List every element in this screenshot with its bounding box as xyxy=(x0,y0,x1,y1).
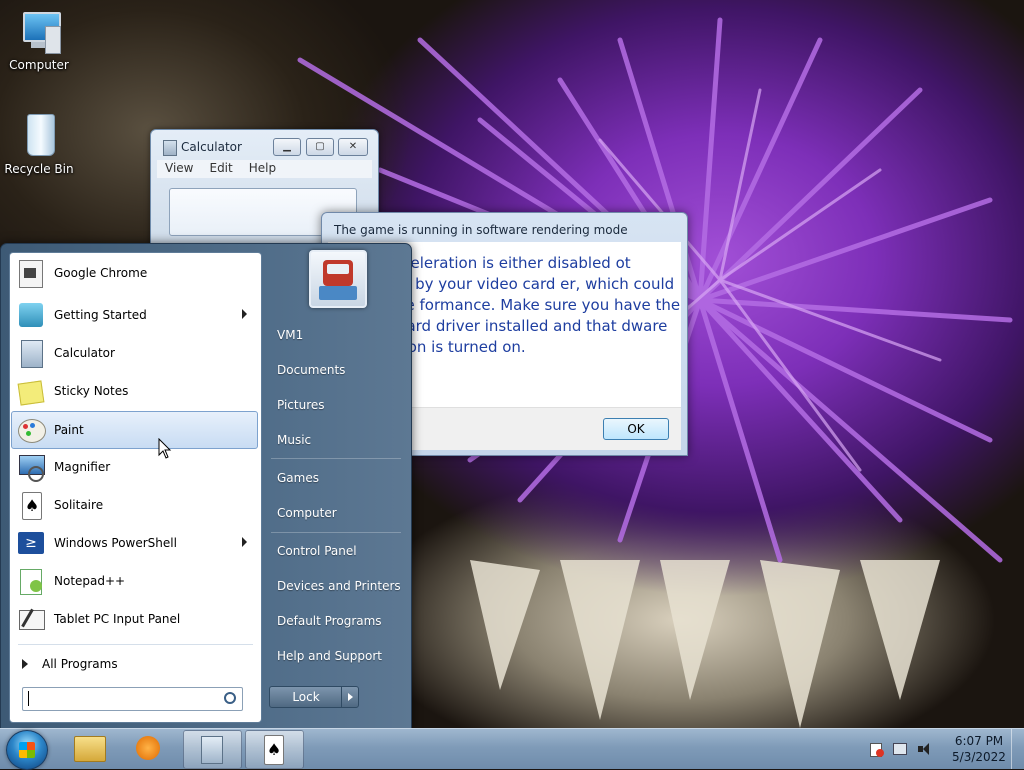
calculator-title-icon xyxy=(163,140,177,156)
calculator-menu-bar: View Edit Help xyxy=(157,160,372,178)
mouse-cursor-icon xyxy=(158,438,172,459)
program-sticky-notes[interactable]: Sticky Notes xyxy=(12,373,257,409)
start-search-input[interactable] xyxy=(22,687,243,711)
desktop-icon-label: Computer xyxy=(9,58,69,72)
taskbar-media-player-button[interactable] xyxy=(121,730,178,767)
program-magnifier[interactable]: Magnifier xyxy=(12,449,257,485)
right-item-control-panel[interactable]: Control Panel xyxy=(277,544,357,558)
maximize-button[interactable]: ▢ xyxy=(306,138,334,156)
recycle-bin-icon xyxy=(15,112,63,160)
desktop-icon-recycle-bin[interactable]: Recycle Bin xyxy=(0,112,78,176)
search-icon xyxy=(224,692,236,704)
notepad-plus-plus-icon xyxy=(16,566,46,596)
ok-button[interactable]: OK xyxy=(603,418,669,440)
powershell-icon: ≥ xyxy=(16,528,46,558)
window-title: Calculator xyxy=(181,140,242,154)
start-menu-right-pane: VM1 Documents Pictures Music Games Compu… xyxy=(263,244,409,729)
menu-help[interactable]: Help xyxy=(241,160,284,175)
sticky-notes-icon xyxy=(16,376,46,406)
desktop-icon-label: Recycle Bin xyxy=(4,162,74,176)
submenu-arrow-icon xyxy=(242,537,247,547)
right-separator xyxy=(271,458,401,459)
right-item-documents[interactable]: Documents xyxy=(277,363,345,377)
right-separator xyxy=(271,532,401,533)
lock-button[interactable]: Lock xyxy=(269,686,343,708)
programs-separator xyxy=(18,644,253,645)
volume-icon[interactable] xyxy=(916,741,932,757)
dialog-title: The game is running in software renderin… xyxy=(334,223,628,237)
menu-edit[interactable]: Edit xyxy=(201,160,240,175)
right-item-devices-and-printers[interactable]: Devices and Printers xyxy=(277,579,401,593)
computer-icon xyxy=(15,8,63,56)
program-notepad-plus-plus[interactable]: Notepad++ xyxy=(12,563,257,599)
text-caret xyxy=(28,691,29,706)
right-item-computer[interactable]: Computer xyxy=(277,506,337,520)
media-player-icon xyxy=(136,736,160,760)
right-item-help-and-support[interactable]: Help and Support xyxy=(277,649,382,663)
chrome-icon xyxy=(16,258,46,288)
shutdown-options-button[interactable] xyxy=(341,686,359,708)
right-item-games[interactable]: Games xyxy=(277,471,319,485)
program-solitaire[interactable]: ♠ Solitaire xyxy=(12,487,257,523)
calculator-icon xyxy=(16,338,46,368)
right-item-vm1[interactable]: VM1 xyxy=(277,328,303,342)
explorer-icon xyxy=(74,736,106,762)
calculator-icon xyxy=(201,736,223,764)
submenu-arrow-icon xyxy=(242,309,247,319)
menu-view[interactable]: View xyxy=(157,160,201,175)
program-paint[interactable]: Paint xyxy=(11,411,258,449)
clock-time: 6:07 PM xyxy=(954,734,1004,748)
start-menu: Google Chrome Getting Started Calculator… xyxy=(0,243,412,730)
taskbar-clock[interactable]: 6:07 PM 5/3/2022 xyxy=(944,733,1014,765)
program-windows-powershell[interactable]: ≥ Windows PowerShell xyxy=(12,525,257,561)
show-desktop-button[interactable] xyxy=(1011,729,1024,769)
user-picture-icon[interactable] xyxy=(309,250,367,308)
taskbar-calculator-button[interactable] xyxy=(183,730,242,769)
right-item-pictures[interactable]: Pictures xyxy=(277,398,325,412)
tablet-input-icon xyxy=(16,604,46,634)
windows-logo-icon xyxy=(19,742,35,758)
desktop-icon-computer[interactable]: Computer xyxy=(0,8,78,72)
program-getting-started[interactable]: Getting Started xyxy=(12,297,257,333)
solitaire-icon: ♠ xyxy=(264,735,284,765)
program-calculator[interactable]: Calculator xyxy=(12,335,257,371)
getting-started-icon xyxy=(16,300,46,330)
network-icon[interactable] xyxy=(892,741,908,757)
taskbar-explorer-button[interactable] xyxy=(61,730,118,767)
close-button[interactable]: ✕ xyxy=(338,138,368,156)
magnifier-icon xyxy=(16,452,46,482)
action-center-icon[interactable] xyxy=(868,741,884,757)
paint-icon xyxy=(16,415,46,445)
right-item-default-programs[interactable]: Default Programs xyxy=(277,614,382,628)
program-tablet-pc-input-panel[interactable]: Tablet PC Input Panel xyxy=(12,601,257,637)
minimize-button[interactable]: ▁ xyxy=(273,138,301,156)
start-menu-programs-pane: Google Chrome Getting Started Calculator… xyxy=(9,252,262,723)
taskbar-solitaire-button[interactable]: ♠ xyxy=(245,730,304,769)
taskbar: ♠ 6:07 PM 5/3/2022 xyxy=(0,728,1024,770)
right-item-music[interactable]: Music xyxy=(277,433,311,447)
chevron-right-icon xyxy=(348,693,353,701)
all-programs-button[interactable]: All Programs xyxy=(12,651,257,677)
triangle-right-icon xyxy=(22,659,28,669)
solitaire-icon: ♠ xyxy=(16,490,46,520)
start-button[interactable] xyxy=(6,730,48,770)
clock-date: 5/3/2022 xyxy=(952,750,1006,764)
program-google-chrome[interactable]: Google Chrome xyxy=(12,255,257,291)
